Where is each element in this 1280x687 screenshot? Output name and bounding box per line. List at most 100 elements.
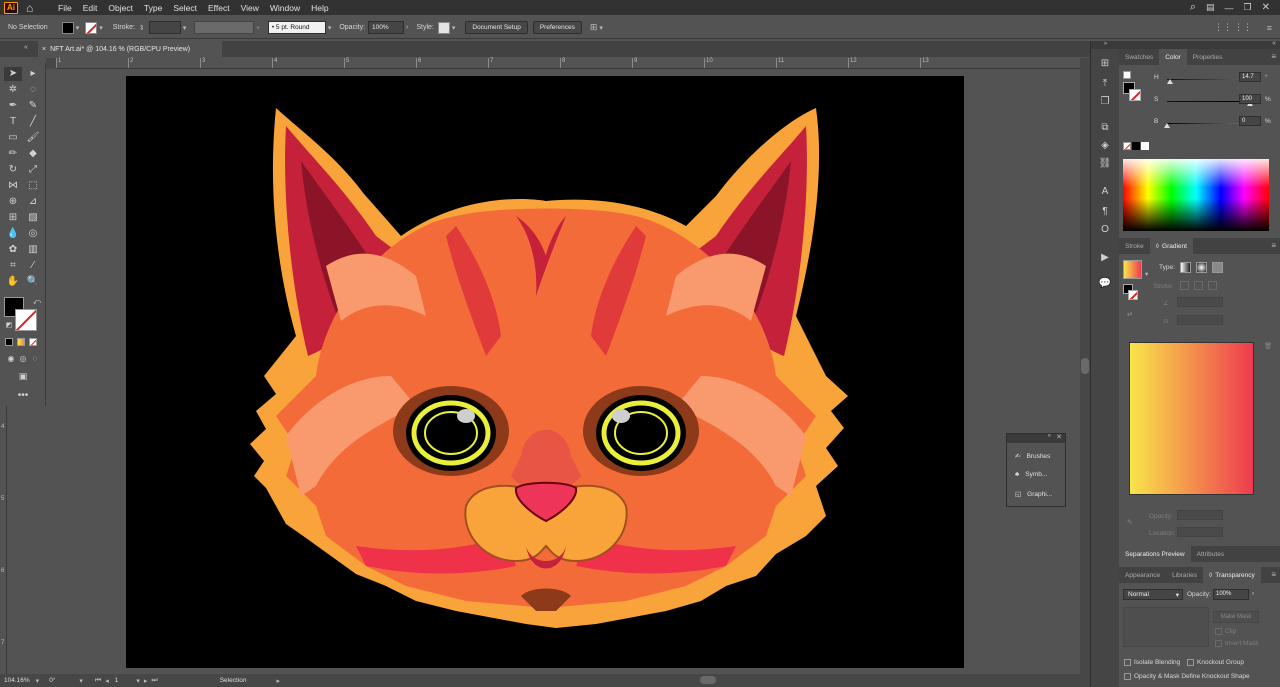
swap-fill-stroke-icon[interactable]: ⤺ <box>28 295 46 309</box>
blend-tool-icon[interactable]: ◎ <box>24 227 42 241</box>
invert-mask-checkbox[interactable] <box>1215 640 1222 647</box>
edit-toolbar-icon[interactable]: ••• <box>14 389 32 403</box>
first-artboard-icon[interactable]: ⏮ <box>95 677 101 685</box>
none-mode-icon[interactable] <box>29 338 37 346</box>
document-tab[interactable]: × NFT Art.ai* @ 104.16 % (RGB/CPU Previe… <box>38 41 222 57</box>
tab-swatches[interactable]: Swatches <box>1119 49 1159 65</box>
artboard-dropdown-icon[interactable]: ▾ <box>136 677 140 685</box>
brightness-field[interactable]: 0 <box>1239 116 1261 126</box>
menu-view[interactable]: View <box>241 3 259 13</box>
scale-tool-icon[interactable]: ⤢ <box>24 163 42 177</box>
stroke-along-icon[interactable] <box>1194 281 1203 290</box>
rotation-value[interactable]: 0° <box>49 677 55 684</box>
arrange-icon[interactable]: ⊞ <box>590 22 598 33</box>
stroke-weight-field[interactable] <box>148 21 181 34</box>
eraser-tool-icon[interactable]: ◆ <box>24 147 42 161</box>
last-artboard-icon[interactable]: ⏭ <box>151 677 157 685</box>
tab-appearance[interactable]: Appearance <box>1119 567 1166 583</box>
gradient-thumbnail[interactable] <box>1123 260 1142 279</box>
graphic-styles-panel-item[interactable]: ◱ Graphi... <box>1015 490 1052 499</box>
minimize-icon[interactable]: — <box>1225 3 1234 13</box>
menu-effect[interactable]: Effect <box>208 3 230 13</box>
slice-tool-icon[interactable]: ⁄ <box>24 259 42 273</box>
ruler-origin[interactable] <box>46 58 56 69</box>
saturation-slider[interactable] <box>1167 101 1250 102</box>
brush-dropdown-icon[interactable]: ▾ <box>328 24 332 32</box>
gradient-angle-field[interactable] <box>1177 297 1223 307</box>
stroke-across-icon[interactable] <box>1208 281 1217 290</box>
color-panel-menu-icon[interactable]: ≡ <box>1271 52 1276 61</box>
none-swatch[interactable] <box>1123 142 1131 150</box>
fill-swatch[interactable] <box>61 21 74 34</box>
floating-panel-close-icon[interactable]: ✕ <box>1056 433 1062 441</box>
artboards-panel-icon[interactable]: ⊞ <box>1098 57 1112 71</box>
stroke-weight-dropdown-icon[interactable]: ▾ <box>183 24 187 32</box>
rotation-dropdown-icon[interactable]: ▾ <box>79 677 83 685</box>
status-arrow-icon[interactable]: ▸ <box>276 677 280 685</box>
search-icon[interactable]: ⌕ <box>1190 1 1196 14</box>
horizontal-ruler[interactable]: 1 2 3 4 5 6 7 8 9 10 11 12 13 <box>46 58 1080 69</box>
gradient-opacity-field[interactable] <box>1177 510 1223 520</box>
tab-properties[interactable]: Properties <box>1187 49 1229 65</box>
eyedropper-tool-icon[interactable]: 💧 <box>4 227 22 241</box>
collapse-toolbar-icon[interactable]: « <box>24 44 28 51</box>
panel-menu-icon[interactable]: ≡ <box>1267 23 1272 33</box>
graphic-style-swatch[interactable] <box>437 21 450 34</box>
gradient-mode-icon[interactable] <box>17 338 25 346</box>
hand-tool-icon[interactable]: ✋ <box>4 275 22 289</box>
align-icon[interactable]: ⋮⋮ <box>1214 22 1232 33</box>
arrange-dropdown-icon[interactable]: ▾ <box>599 24 603 32</box>
gradient-location-field[interactable] <box>1177 527 1223 537</box>
gradient-preview-slider[interactable] <box>1129 342 1254 495</box>
make-mask-button[interactable]: Make Mask <box>1213 611 1259 623</box>
transform-panel-icon[interactable]: ⧉ <box>1098 121 1112 135</box>
radial-gradient-icon[interactable] <box>1196 262 1207 273</box>
color-panel-stroke-box[interactable] <box>1129 89 1141 101</box>
document-tab-close-icon[interactable]: × <box>42 46 46 53</box>
vertical-scrollbar[interactable] <box>1080 58 1090 674</box>
tab-gradient[interactable]: ◊ Gradient <box>1149 238 1193 254</box>
stroke-swatch[interactable] <box>85 21 98 34</box>
rotate-tool-icon[interactable]: ↻ <box>4 163 22 177</box>
zoom-level[interactable]: 104.16% <box>4 677 30 684</box>
menu-file[interactable]: File <box>58 3 72 13</box>
workspace-icon[interactable]: ▤ <box>1206 2 1215 13</box>
pen-tool-icon[interactable]: ✒ <box>4 99 22 113</box>
knockout-group-checkbox[interactable] <box>1187 659 1194 666</box>
linear-gradient-icon[interactable] <box>1180 262 1191 273</box>
tab-stroke[interactable]: Stroke <box>1119 238 1150 254</box>
fill-dropdown-icon[interactable]: ▾ <box>76 24 80 32</box>
opacity-arrow-icon[interactable]: › <box>406 24 408 31</box>
restore-icon[interactable]: ❐ <box>1244 2 1252 13</box>
color-panel-default-icon[interactable] <box>1123 71 1131 79</box>
dock-collapse-icon[interactable]: » <box>1091 41 1120 49</box>
gradient-panel-menu-icon[interactable]: ≡ <box>1271 241 1276 250</box>
column-graph-tool-icon[interactable]: ▥ <box>24 243 42 257</box>
symbols-panel-item[interactable]: ♣ Symb... <box>1015 471 1047 478</box>
transparency-opacity-field[interactable]: 100% <box>1213 589 1249 600</box>
isolate-blending-checkbox[interactable] <box>1124 659 1131 666</box>
rectangle-tool-icon[interactable]: ▭ <box>4 131 22 145</box>
home-icon[interactable]: ⌂ <box>26 2 38 14</box>
hue-slider[interactable] <box>1167 79 1250 80</box>
color-spectrum[interactable] <box>1123 159 1269 231</box>
reverse-gradient-icon[interactable]: ⇄ <box>1127 310 1132 318</box>
hue-field[interactable]: 14.7 <box>1239 72 1261 82</box>
draw-inside-icon[interactable]: ◌ <box>26 352 44 366</box>
artboard-tool-icon[interactable]: ⌗ <box>4 259 22 273</box>
document-setup-button[interactable]: Document Setup <box>465 21 528 34</box>
vertical-scroll-thumb[interactable] <box>1081 358 1089 374</box>
artboard[interactable] <box>126 76 964 668</box>
tab-transparency[interactable]: ◊ Transparency <box>1203 567 1261 583</box>
gradient-thumbnail-dropdown-icon[interactable]: ▾ <box>1145 270 1148 278</box>
menu-help[interactable]: Help <box>311 3 328 13</box>
stroke-stepper-icon[interactable]: ⇕ <box>139 24 145 32</box>
tab-attributes[interactable]: Attributes <box>1191 546 1230 562</box>
style-dropdown-icon[interactable]: ▾ <box>452 24 456 32</box>
symbol-sprayer-tool-icon[interactable]: ✿ <box>4 243 22 257</box>
aspect-ratio-field[interactable] <box>1177 315 1223 325</box>
gradient-tool-icon[interactable]: ▧ <box>24 211 42 225</box>
selection-tool-icon[interactable]: ➤ <box>4 67 22 81</box>
hue-slider-thumb[interactable] <box>1167 79 1174 84</box>
variable-width-profile[interactable] <box>194 21 255 34</box>
